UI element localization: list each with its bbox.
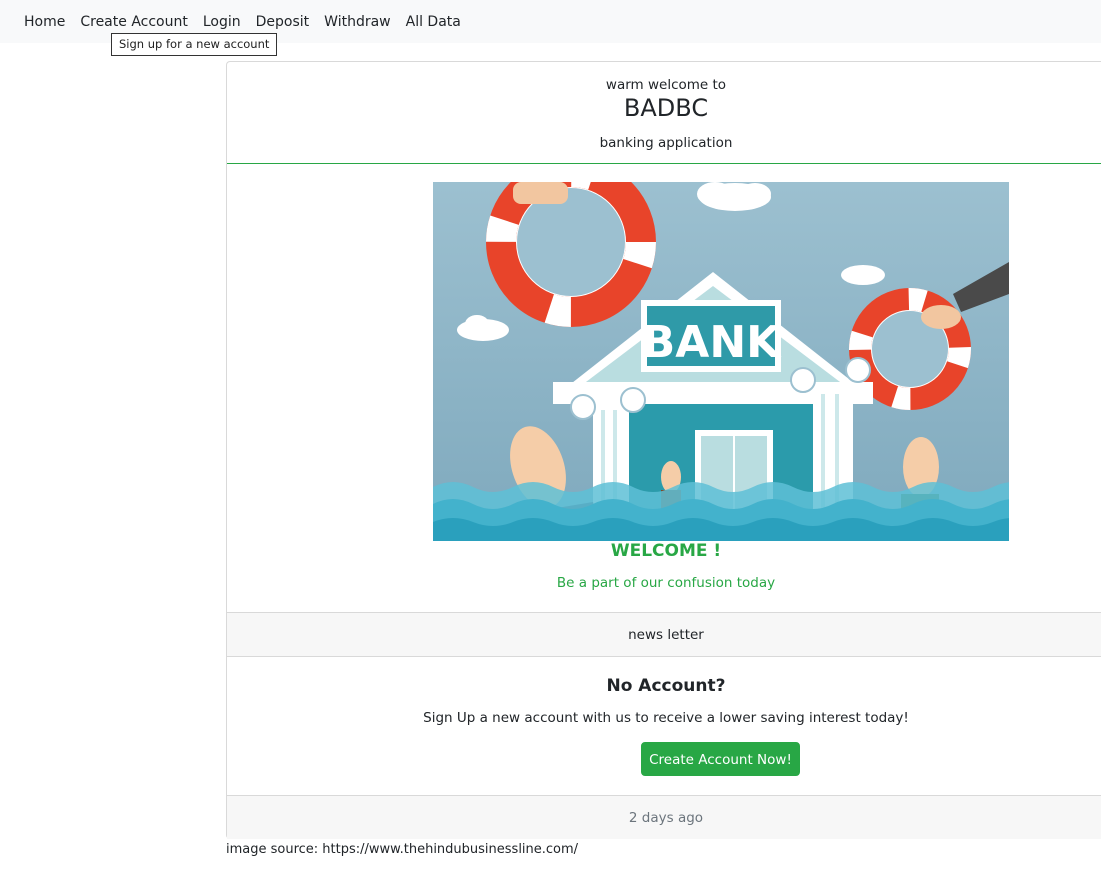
create-account-now-button[interactable]: Create Account Now! (641, 742, 800, 776)
no-account-text: Sign Up a new account with us to receive… (423, 710, 909, 726)
welcome-tagline: Be a part of our confusion today (556, 575, 776, 591)
header-pretitle: warm welcome to (605, 77, 727, 93)
nav-deposit-link[interactable]: Deposit (256, 14, 310, 30)
newsletter-band: news letter (227, 612, 1101, 657)
nav-home-link[interactable]: Home (24, 14, 65, 30)
card-header: warm welcome to BADBC banking applicatio… (227, 62, 1101, 164)
card-footer-timestamp: 2 days ago (227, 795, 1101, 839)
nav-create-account-link[interactable]: Create Account (80, 14, 188, 30)
nav-login-link[interactable]: Login (203, 14, 241, 30)
create-account-tooltip: Sign up for a new account (111, 33, 278, 56)
svg-text:BANK: BANK (642, 317, 782, 368)
welcome-heading: WELCOME ! (610, 541, 722, 561)
nav-withdraw-link[interactable]: Withdraw (324, 14, 390, 30)
header-subtitle: banking application (599, 135, 733, 151)
nav-all-data-link[interactable]: All Data (406, 14, 461, 30)
hero-illustration: BANK (433, 182, 1009, 541)
welcome-card: warm welcome to BADBC banking applicatio… (226, 61, 1101, 839)
no-account-heading: No Account? (606, 676, 726, 696)
page-title: BADBC (623, 94, 709, 122)
image-source-caption: image source: https://www.thehindubusine… (226, 842, 579, 857)
